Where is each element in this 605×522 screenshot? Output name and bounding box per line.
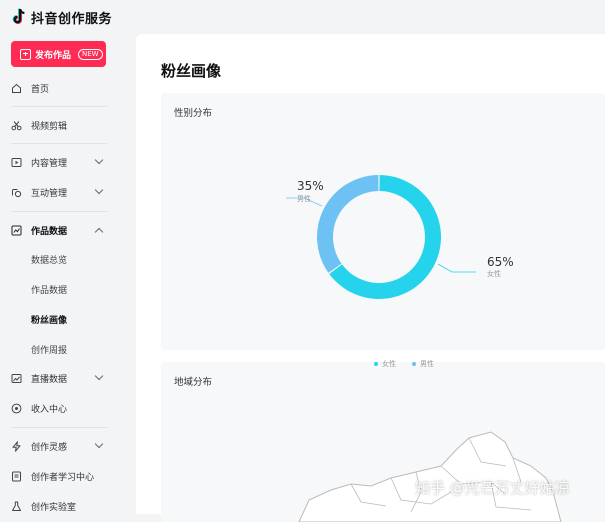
region-card-title: 地域分布 [174, 377, 213, 388]
nav-inspiration-label: 创作灵感 [31, 442, 68, 453]
play-square-icon [11, 157, 22, 168]
female-series-label: 女性 [487, 270, 501, 278]
live-icon [11, 373, 22, 384]
nav-content-management[interactable]: 内容管理 [0, 150, 120, 174]
female-percent-label: 65% [487, 255, 514, 269]
nav-home-label: 首页 [31, 84, 50, 95]
scissors-icon [11, 120, 22, 131]
nav-live-data[interactable]: 直播数据 [0, 366, 120, 390]
nav-interaction-management[interactable]: 互动管理 [0, 180, 120, 204]
plus-icon [20, 48, 31, 60]
nav-live-data-label: 直播数据 [31, 374, 68, 385]
subnav-weekly-report[interactable]: 创作周报 [31, 343, 67, 356]
nav-home[interactable]: 首页 [0, 76, 120, 100]
nav-divider [11, 427, 107, 428]
female-legend-dot [374, 362, 378, 366]
nav-content-management-label: 内容管理 [31, 158, 68, 169]
chevron-down-icon [94, 439, 104, 449]
legend-female[interactable]: 女性 [374, 359, 396, 369]
subnav-data-overview[interactable]: 数据总览 [31, 253, 67, 266]
male-series-label: 男性 [297, 195, 311, 203]
gender-card-title: 性别分布 [174, 108, 213, 119]
app-title: 抖音创作服务 [31, 11, 113, 27]
nav-video-edit[interactable]: 视频剪辑 [0, 113, 120, 137]
flask-icon [11, 501, 22, 512]
chevron-down-icon [94, 371, 104, 381]
region-distribution-card: 地域分布 [161, 362, 605, 522]
chevron-up-icon [94, 227, 104, 237]
main-panel: 粉丝画像 性别分布 地域分布 35% 男性 65% 女性 女性 男性 [136, 34, 605, 522]
book-icon [11, 471, 22, 482]
nav-creation-lab[interactable]: 创作实验室 [0, 494, 120, 518]
new-badge: NEW [78, 48, 103, 60]
nav-interaction-management-label: 互动管理 [31, 188, 68, 199]
nav-works-data[interactable]: 作品数据 [0, 218, 120, 242]
male-legend-label: 男性 [420, 360, 434, 368]
publish-button[interactable]: 发布作品 NEW [11, 41, 106, 67]
subnav-fan-portrait[interactable]: 粉丝画像 [31, 313, 67, 326]
nav-learning-center-label: 创作者学习中心 [31, 472, 95, 483]
page-title: 粉丝画像 [161, 62, 222, 80]
nav-learning-center[interactable]: 创作者学习中心 [0, 464, 120, 488]
app-logo[interactable]: 抖音创作服务 [11, 6, 112, 28]
nav-divider [11, 106, 107, 107]
watermark: 知乎 @光芒万丈好姑凉 [415, 479, 570, 497]
nav-inspiration[interactable]: 创作灵感 [0, 434, 120, 458]
nav-divider [11, 143, 107, 144]
income-icon [11, 403, 22, 414]
china-map [298, 431, 562, 522]
douyin-logo-icon [12, 8, 25, 24]
nav-creation-lab-label: 创作实验室 [31, 502, 77, 513]
nav-income-center[interactable]: 收入中心 [0, 396, 120, 420]
nav-divider [11, 211, 107, 212]
male-percent-label: 35% [297, 179, 324, 193]
home-icon [11, 83, 22, 94]
interaction-icon [11, 187, 22, 198]
sidebar: 抖音创作服务 发布作品 NEW 首页 视频剪辑 内容管理 互动管理 作品数据 数… [0, 0, 120, 514]
chevron-down-icon [94, 185, 104, 195]
publish-label: 发布作品 [35, 50, 72, 61]
nav-income-center-label: 收入中心 [31, 404, 68, 415]
subnav-works-data[interactable]: 作品数据 [31, 283, 67, 296]
nav-video-edit-label: 视频剪辑 [31, 121, 68, 132]
label-connectors [286, 197, 476, 273]
chevron-down-icon [94, 155, 104, 165]
line-chart-icon [11, 225, 22, 236]
legend-male[interactable]: 男性 [412, 359, 434, 369]
female-legend-label: 女性 [382, 360, 396, 368]
male-legend-dot [412, 362, 416, 366]
lightning-icon [11, 440, 22, 452]
nav-works-data-label: 作品数据 [31, 226, 68, 237]
